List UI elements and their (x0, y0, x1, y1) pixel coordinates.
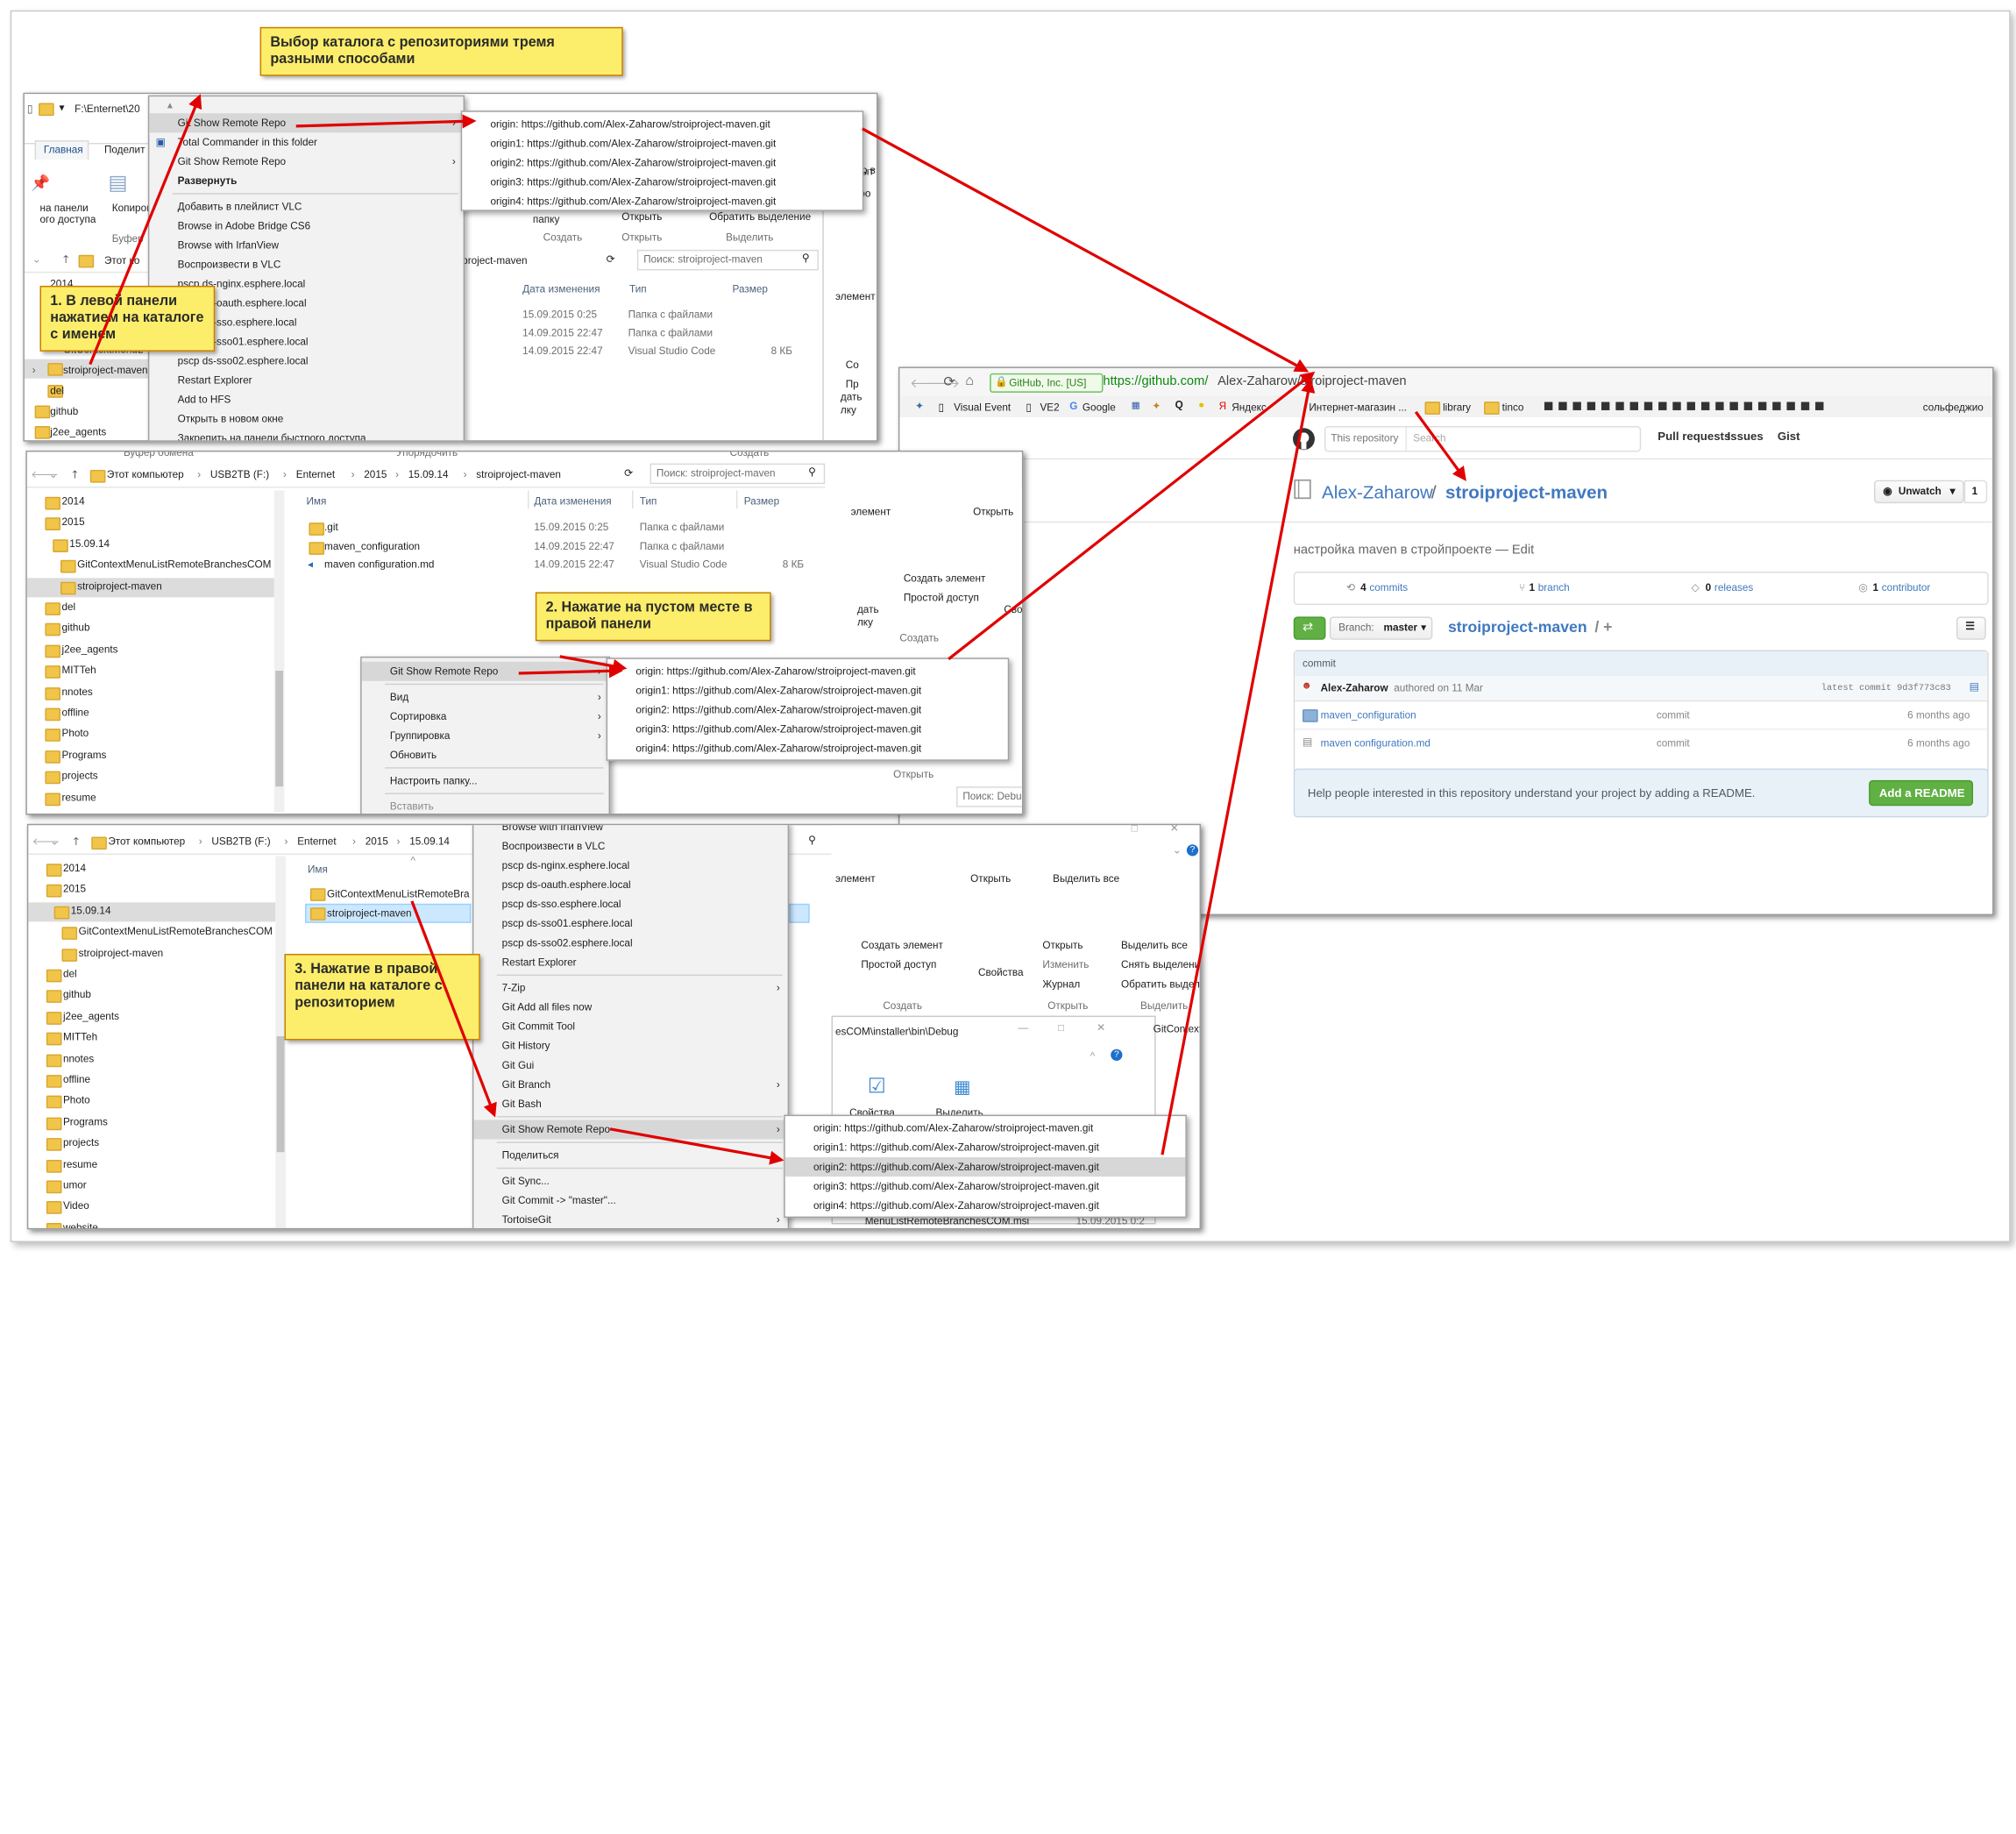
annotation-arrows (89, 94, 1466, 1165)
annotation-arrow (559, 655, 628, 673)
annotation-arrow (862, 127, 1310, 373)
annotation-arrow (948, 371, 1316, 661)
annotation-arrow (609, 1127, 784, 1165)
annotation-arrow (410, 900, 497, 1118)
annotation-arrow (1414, 410, 1466, 481)
annotated-screenshot-collage: 🡐 🡒 ⟳ ⌂ 🔒 GitHub, Inc. [US] https://gith… (0, 0, 2016, 1834)
annotation-arrow (89, 94, 202, 366)
annotation-arrow (295, 114, 477, 129)
annotation-arrow (1161, 378, 1316, 1155)
annotation-arrow (518, 664, 623, 679)
